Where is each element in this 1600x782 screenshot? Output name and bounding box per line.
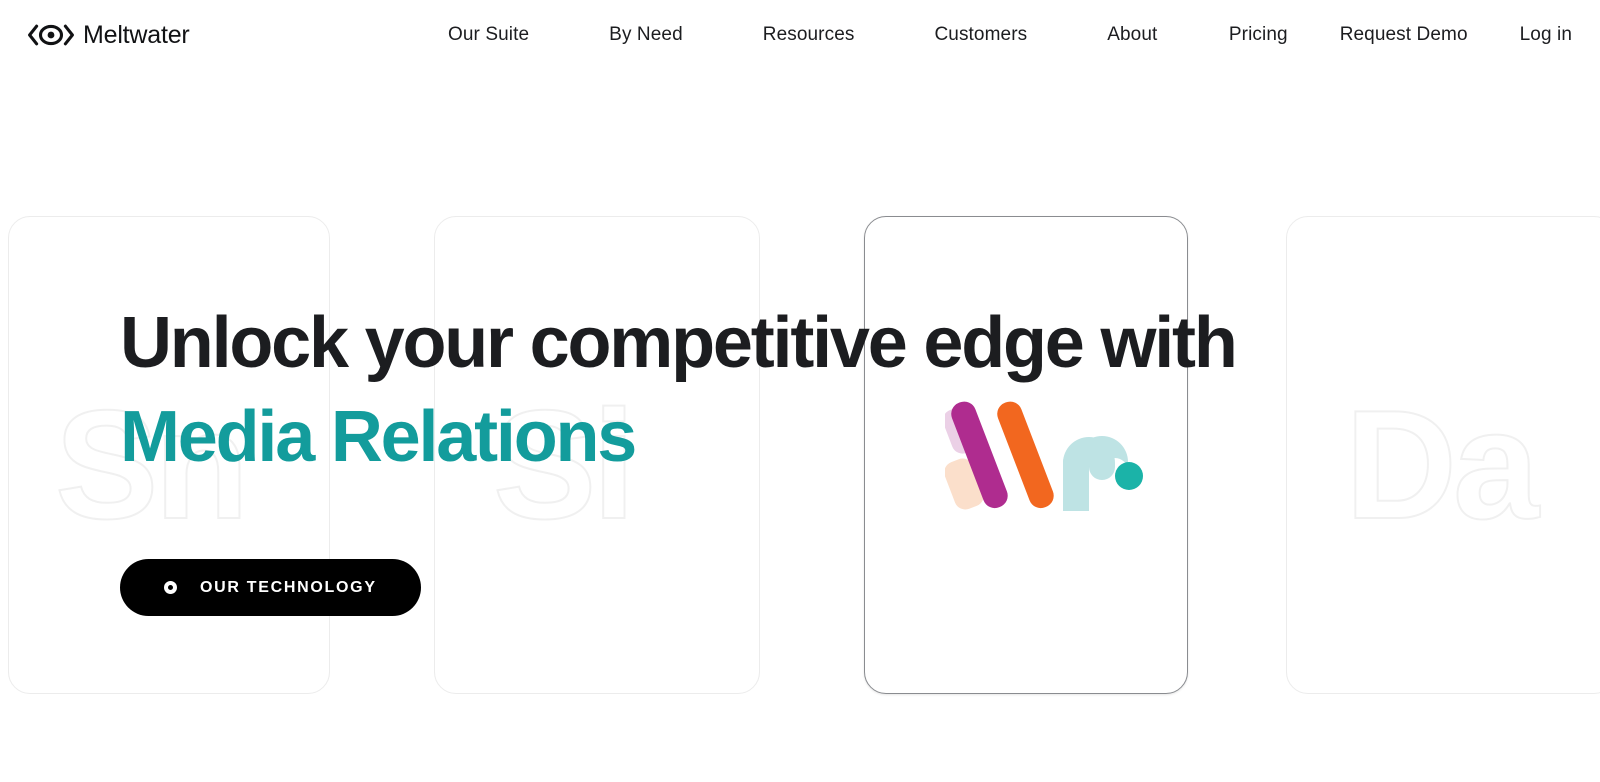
primary-navigation: Our Suite By Need Resources Customers Ab…: [448, 22, 1157, 48]
nav-item-by-need[interactable]: By Need: [609, 22, 683, 48]
carousel-card-4-ghost-text: Da: [1344, 378, 1540, 551]
our-technology-button[interactable]: OUR TECHNOLOGY: [120, 559, 421, 616]
meltwater-eye-logo-icon: [28, 24, 74, 46]
carousel-card-4[interactable]: Da: [1286, 216, 1600, 694]
nav-item-about[interactable]: About: [1107, 22, 1157, 48]
nav-item-pricing[interactable]: Pricing: [1229, 22, 1288, 48]
nav-item-resources[interactable]: Resources: [763, 22, 855, 48]
hero-headline-line-1: Unlock your competitive edge with: [120, 303, 1238, 383]
hero-headline-line-2: Media Relations: [120, 397, 637, 477]
site-header: Meltwater Our Suite By Need Resources Cu…: [0, 0, 1600, 70]
our-technology-button-label: OUR TECHNOLOGY: [200, 578, 377, 596]
brand-name: Meltwater: [83, 20, 190, 49]
brand-logo-link[interactable]: Meltwater: [28, 20, 190, 49]
hero-heading-block: Unlock your competitive edge with Media …: [120, 296, 1238, 484]
dot-ring-icon: [164, 581, 177, 594]
nav-item-log-in[interactable]: Log in: [1520, 22, 1572, 48]
secondary-navigation: Pricing Request Demo Log in: [1229, 22, 1572, 48]
nav-item-our-suite[interactable]: Our Suite: [448, 22, 529, 48]
nav-item-request-demo[interactable]: Request Demo: [1340, 22, 1468, 48]
nav-item-customers[interactable]: Customers: [934, 22, 1027, 48]
